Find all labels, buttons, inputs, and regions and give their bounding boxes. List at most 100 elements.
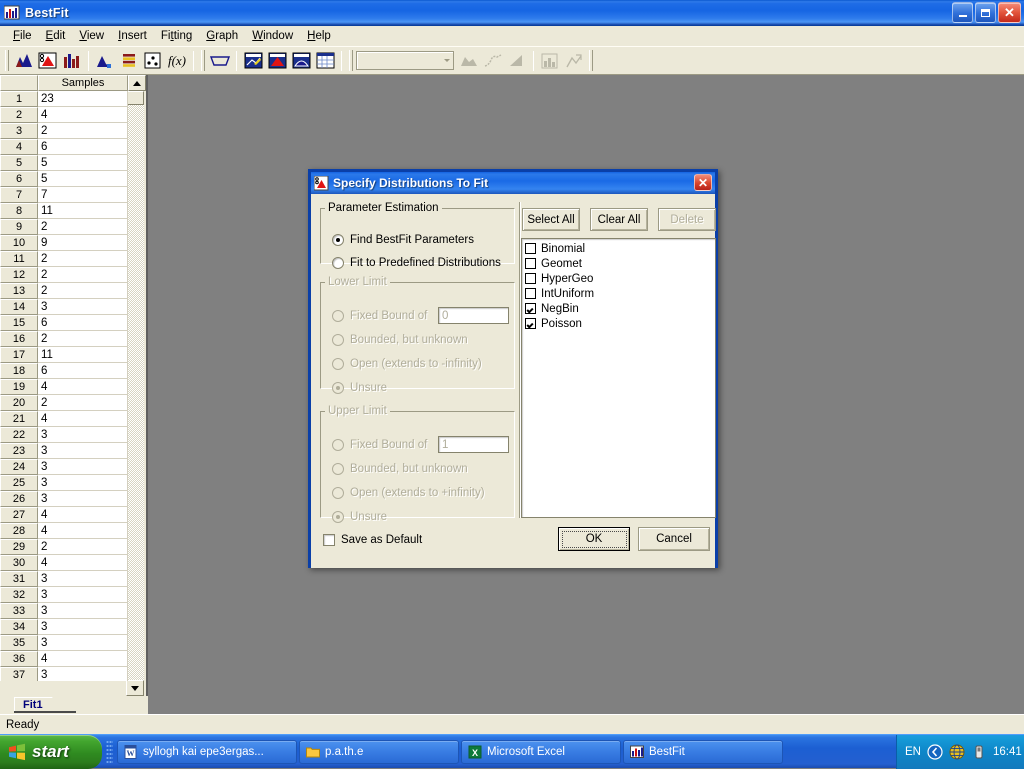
start-button[interactable]: start [0,734,102,769]
distribution-list-item[interactable]: Poisson [525,316,715,331]
row-number[interactable]: 7 [0,187,38,203]
menu-item-graph[interactable]: Graph [199,28,245,44]
row-number[interactable]: 13 [0,283,38,299]
row-number[interactable]: 25 [0,475,38,491]
distribution-list-item[interactable]: IntUniform [525,286,715,301]
table-row[interactable]: 37 3 [0,667,128,681]
toolbar-grip-4[interactable] [589,50,593,71]
row-number[interactable]: 32 [0,587,38,603]
sample-value-cell[interactable]: 4 [38,651,128,667]
spreadsheet-grid[interactable]: 1 23 2 4 3 2 4 6 5 5 6 5 7 7 8 11 9 2 10 9 11 2 12 2 13 2 14 3 15 6 16… [0,91,128,681]
sample-value-cell[interactable]: 2 [38,251,128,267]
row-number[interactable]: 18 [0,363,38,379]
sample-value-cell[interactable]: 3 [38,475,128,491]
checkbox-indicator[interactable] [525,318,536,329]
row-number[interactable]: 14 [0,299,38,315]
sample-value-cell[interactable]: 7 [38,187,128,203]
table-row[interactable]: 11 2 [0,251,128,267]
table-row[interactable]: 19 4 [0,379,128,395]
table-row[interactable]: 28 4 [0,523,128,539]
row-number[interactable]: 26 [0,491,38,507]
row-number[interactable]: 35 [0,635,38,651]
sample-value-cell[interactable]: 23 [38,91,128,107]
ok-button[interactable]: OK [558,527,630,551]
menu-item-view[interactable]: View [72,28,111,44]
table-row[interactable]: 17 11 [0,347,128,363]
table-row[interactable]: 22 3 [0,427,128,443]
row-number[interactable]: 28 [0,523,38,539]
sample-value-cell[interactable]: 3 [38,667,128,681]
row-number[interactable]: 30 [0,555,38,571]
sheet-tab-fit1[interactable]: Fit1 [14,697,53,712]
column-header-samples[interactable]: Samples [38,75,128,91]
toolbar-grip-3[interactable] [349,50,353,71]
distribution-list-item[interactable]: HyperGeo [525,271,715,286]
save-as-default-checkbox[interactable]: Save as Default [323,534,422,546]
sample-value-cell[interactable]: 4 [38,507,128,523]
chart-edit-icon[interactable] [242,50,264,72]
row-number[interactable]: 1 [0,91,38,107]
table-row[interactable]: 1 23 [0,91,128,107]
table-row[interactable]: 16 2 [0,331,128,347]
toolbar-grip-2[interactable] [201,50,205,71]
row-number[interactable]: 8 [0,203,38,219]
select-all-corner-cell[interactable] [0,75,38,91]
table-row[interactable]: 24 [0,107,128,123]
menu-item-help[interactable]: Help [300,28,338,44]
row-number[interactable]: 33 [0,603,38,619]
table-row[interactable]: 14 3 [0,299,128,315]
row-number[interactable]: 16 [0,331,38,347]
scroll-down-button[interactable] [126,680,144,696]
media-icon[interactable] [927,744,943,760]
sample-value-cell[interactable]: 6 [38,139,128,155]
distributions-list[interactable]: Binomial Geomet HyperGeo IntUniform NegBin Po… [521,238,716,518]
sample-value-cell[interactable]: 3 [38,427,128,443]
radio-find-bestfit-parameters[interactable]: Find BestFit Parameters [332,234,474,246]
maximize-button[interactable] [975,2,996,23]
sample-value-cell[interactable]: 2 [38,395,128,411]
table-row[interactable]: 46 [0,139,128,155]
row-number[interactable]: 9 [0,219,38,235]
function-icon[interactable]: f(x) [166,50,188,72]
scatter-icon[interactable] [142,50,164,72]
row-number[interactable]: 19 [0,379,38,395]
sample-value-cell[interactable]: 11 [38,347,128,363]
sample-value-cell[interactable]: 3 [38,571,128,587]
row-number[interactable]: 12 [0,267,38,283]
tray-clock[interactable]: 16:41 [993,746,1022,758]
table-row[interactable]: 32 3 [0,587,128,603]
chart-select-combo[interactable] [356,51,454,70]
row-number[interactable]: 17 [0,347,38,363]
table-row[interactable]: 21 4 [0,411,128,427]
row-number[interactable]: 34 [0,619,38,635]
table-row[interactable]: 55 [0,155,128,171]
network-icon[interactable] [949,744,965,760]
clear-all-button[interactable]: Clear All [590,208,648,231]
sample-value-cell[interactable]: 3 [38,603,128,619]
table-row[interactable]: 10 9 [0,235,128,251]
sample-value-cell[interactable]: 3 [38,459,128,475]
table-row[interactable]: 15 6 [0,315,128,331]
table-row[interactable]: 24 3 [0,459,128,475]
sample-value-cell[interactable]: 6 [38,363,128,379]
sample-value-cell[interactable]: 2 [38,123,128,139]
row-number[interactable]: 27 [0,507,38,523]
table-row[interactable]: 18 6 [0,363,128,379]
sample-value-cell[interactable]: 2 [38,267,128,283]
row-number[interactable]: 37 [0,667,38,681]
scroll-up-button[interactable] [128,75,146,91]
table-row[interactable]: 25 3 [0,475,128,491]
row-number[interactable]: 6 [0,171,38,187]
cdf-chart-icon[interactable] [290,50,312,72]
taskbar-item-word[interactable]: W syllogh kai epe3ergas... [117,739,297,764]
sample-value-cell[interactable]: 3 [38,299,128,315]
cancel-button[interactable]: Cancel [638,527,710,551]
select-all-button[interactable]: Select All [522,208,580,231]
table-row[interactable]: 13 2 [0,283,128,299]
tray-language-indicator[interactable]: EN [905,746,921,758]
menu-item-file[interactable]: File [6,28,39,44]
volume-icon[interactable] [971,744,987,760]
distribution-list-item[interactable]: Binomial [525,241,715,256]
pdf-chart-icon[interactable] [266,50,288,72]
distribution-list-item[interactable]: Geomet [525,256,715,271]
